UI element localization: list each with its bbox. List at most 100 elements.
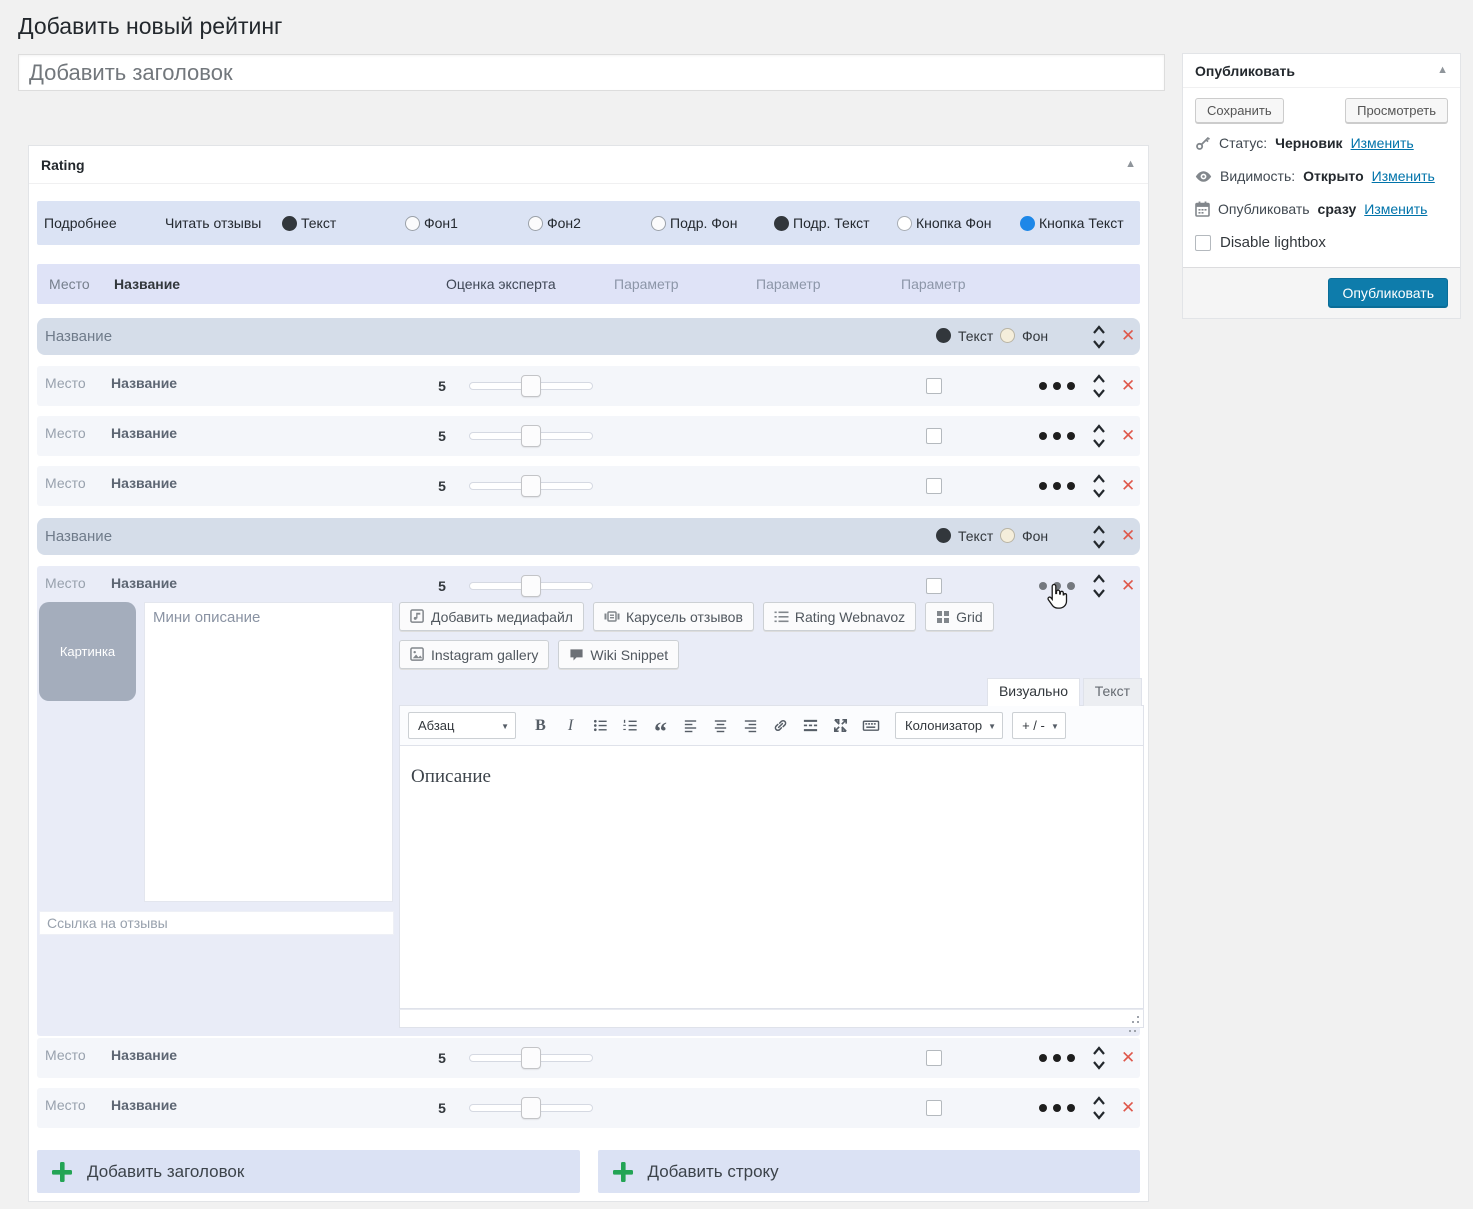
section-bg-color-swatch-icon[interactable] (1000, 328, 1015, 343)
name-input[interactable] (111, 375, 411, 391)
collapse-toggle-icon[interactable]: ▲ (1437, 65, 1448, 76)
add-row-button[interactable]: Добавить строку (598, 1150, 1141, 1193)
resize-grip-icon[interactable] (1134, 1030, 1136, 1032)
row-color-dots-icon[interactable] (1039, 1054, 1075, 1062)
score-slider[interactable] (469, 578, 593, 594)
option-text-color[interactable]: Текст (282, 201, 336, 245)
sort-arrows-icon[interactable] (1091, 324, 1107, 350)
section-bg-color-swatch-icon[interactable] (1000, 528, 1015, 543)
param-checkbox[interactable] (926, 478, 942, 494)
align-center-button[interactable] (707, 713, 734, 738)
carousel-reviews-button[interactable]: Карусель отзывов (593, 602, 754, 631)
publish-button[interactable]: Опубликовать (1328, 278, 1448, 308)
color-swatch-icon[interactable] (282, 216, 297, 231)
editor-content-area[interactable]: Описание (399, 746, 1144, 1009)
place-input[interactable] (45, 375, 103, 391)
row-color-dots-icon[interactable] (1039, 582, 1075, 590)
link-button[interactable] (767, 713, 794, 738)
color-swatch-icon[interactable] (774, 216, 789, 231)
param-checkbox[interactable] (926, 378, 942, 394)
section-text-color-swatch-icon[interactable] (936, 528, 951, 543)
name-input[interactable] (111, 1047, 411, 1063)
place-input[interactable] (45, 475, 103, 491)
colonizer-select[interactable]: Колонизатор▼ (895, 712, 1003, 739)
option-read-reviews[interactable]: Читать отзывы (165, 201, 261, 245)
add-media-button[interactable]: Добавить медиафайл (399, 602, 584, 631)
edit-status-link[interactable]: Изменить (1351, 135, 1414, 151)
mini-description-textarea[interactable] (144, 602, 393, 902)
option-bg1-color[interactable]: Фон1 (405, 201, 458, 245)
instagram-gallery-button[interactable]: Instagram gallery (399, 640, 549, 669)
score-slider[interactable] (469, 378, 593, 394)
score-slider[interactable] (469, 428, 593, 444)
grid-button[interactable]: Grid (925, 602, 993, 631)
tab-text[interactable]: Текст (1083, 678, 1142, 706)
name-input[interactable] (111, 575, 411, 591)
score-slider[interactable] (469, 1100, 593, 1116)
option-details-bg-color[interactable]: Подр. Фон (651, 201, 737, 245)
param-checkbox[interactable] (926, 578, 942, 594)
option-button-text-color[interactable]: Кнопка Текст (1020, 201, 1124, 245)
italic-button[interactable]: I (557, 713, 584, 738)
name-input[interactable] (111, 475, 411, 491)
collapse-toggle-icon[interactable]: ▲ (1125, 159, 1136, 170)
slider-handle[interactable] (521, 1047, 541, 1069)
paragraph-format-select[interactable]: Абзац▼ (408, 712, 516, 739)
sort-arrows-icon[interactable] (1091, 573, 1107, 599)
sort-arrows-icon[interactable] (1091, 473, 1107, 499)
color-swatch-icon[interactable] (528, 216, 543, 231)
slider-handle[interactable] (521, 375, 541, 397)
option-details-text-color[interactable]: Подр. Текст (774, 201, 870, 245)
delete-row-icon[interactable]: ✕ (1121, 376, 1135, 396)
color-swatch-icon[interactable] (897, 216, 912, 231)
slider-handle[interactable] (521, 475, 541, 497)
param-checkbox[interactable] (926, 428, 942, 444)
bulleted-list-button[interactable] (587, 713, 614, 738)
add-header-button[interactable]: Добавить заголовок (37, 1150, 580, 1193)
score-slider[interactable] (469, 1050, 593, 1066)
resize-grip-icon[interactable] (1137, 1021, 1139, 1023)
place-input[interactable] (45, 425, 103, 441)
rating-metabox-header[interactable]: Rating ▲ (29, 146, 1148, 184)
read-more-button[interactable] (797, 713, 824, 738)
place-input[interactable] (45, 575, 103, 591)
param-checkbox[interactable] (926, 1050, 942, 1066)
tab-visual[interactable]: Визуально (987, 678, 1080, 706)
option-details[interactable]: Подробнее (44, 201, 117, 245)
color-swatch-icon[interactable] (405, 216, 420, 231)
numbered-list-button[interactable] (617, 713, 644, 738)
delete-row-icon[interactable]: ✕ (1121, 476, 1135, 496)
save-draft-button[interactable]: Сохранить (1195, 98, 1284, 123)
keyboard-shortcuts-button[interactable] (857, 713, 884, 738)
color-swatch-icon[interactable] (1020, 216, 1035, 231)
bold-button[interactable]: B (527, 713, 554, 738)
row-color-dots-icon[interactable] (1039, 432, 1075, 440)
row-color-dots-icon[interactable] (1039, 482, 1075, 490)
section-text-color-swatch-icon[interactable] (936, 328, 951, 343)
delete-row-icon[interactable]: ✕ (1121, 1048, 1135, 1068)
rating-webnavoz-button[interactable]: Rating Webnavoz (763, 602, 916, 631)
option-bg2-color[interactable]: Фон2 (528, 201, 581, 245)
post-title-input[interactable] (18, 54, 1165, 91)
delete-section-icon[interactable]: ✕ (1121, 526, 1135, 546)
name-input[interactable] (111, 1097, 411, 1113)
delete-section-icon[interactable]: ✕ (1121, 326, 1135, 346)
align-left-button[interactable] (677, 713, 704, 738)
place-input[interactable] (45, 1097, 103, 1113)
section-name-input[interactable] (45, 524, 885, 549)
sort-arrows-icon[interactable] (1091, 1045, 1107, 1071)
sort-arrows-icon[interactable] (1091, 423, 1107, 449)
option-button-bg-color[interactable]: Кнопка Фон (897, 201, 992, 245)
row-color-dots-icon[interactable] (1039, 382, 1075, 390)
disable-lightbox-checkbox[interactable] (1195, 235, 1211, 251)
edit-visibility-link[interactable]: Изменить (1372, 168, 1435, 184)
slider-handle[interactable] (521, 1097, 541, 1119)
publish-box-header[interactable]: Опубликовать ▲ (1183, 54, 1460, 88)
delete-row-icon[interactable]: ✕ (1121, 426, 1135, 446)
edit-schedule-link[interactable]: Изменить (1364, 201, 1427, 217)
delete-row-icon[interactable]: ✕ (1121, 576, 1135, 596)
sort-arrows-icon[interactable] (1091, 524, 1107, 550)
sort-arrows-icon[interactable] (1091, 373, 1107, 399)
score-slider[interactable] (469, 478, 593, 494)
slider-handle[interactable] (521, 575, 541, 597)
